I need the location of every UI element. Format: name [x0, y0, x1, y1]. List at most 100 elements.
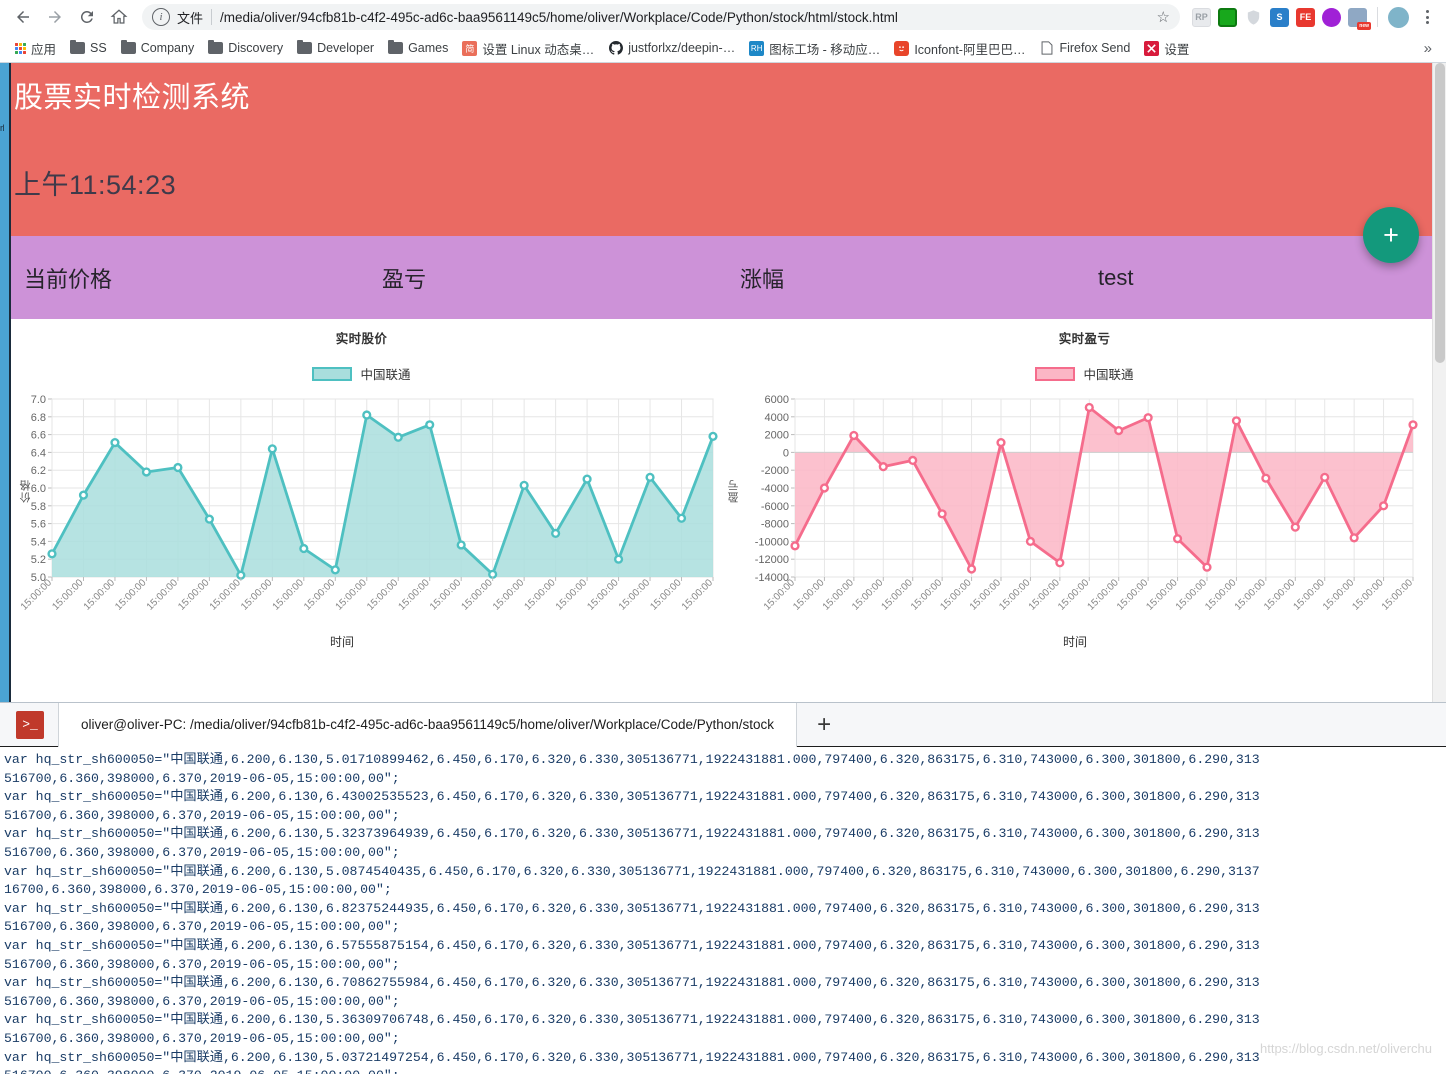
add-button[interactable]: + [1363, 207, 1419, 263]
legend-label: 中国联通 [1083, 368, 1134, 382]
bookmarks-overflow-icon[interactable]: » [1424, 40, 1436, 57]
svg-text:15:00:00: 15:00:00 [522, 577, 558, 613]
back-icon[interactable] [8, 2, 38, 32]
new-terminal-tab-icon[interactable]: + [797, 711, 851, 739]
price-y-axis-label: 价格 [20, 479, 32, 503]
svg-text:15:00:00: 15:00:00 [1321, 577, 1357, 613]
extensions-strip: RP S FE new [1188, 6, 1438, 30]
fe-extension-icon[interactable]: FE [1296, 7, 1315, 27]
browser-chrome: i 文件 /media/oliver/94cfb81b-c4f2-495c-ad… [0, 0, 1446, 62]
bookmark-label: 设置 [1164, 42, 1190, 57]
s-extension-icon[interactable]: S [1270, 7, 1289, 27]
tab-test[interactable]: test [1096, 265, 1446, 291]
bookmark-firefox-send[interactable]: Firefox Send [1034, 39, 1135, 58]
bookmark-company[interactable]: Company [116, 39, 200, 57]
bookmark-label: SS [90, 41, 107, 55]
svg-text:15:00:00: 15:00:00 [239, 577, 275, 613]
svg-text:-8000: -8000 [761, 519, 789, 531]
svg-text:15:00:00: 15:00:00 [554, 577, 590, 613]
folder-icon [388, 39, 404, 54]
url-text[interactable]: /media/oliver/94cfb81b-c4f2-495c-ad6c-ba… [220, 10, 898, 25]
terminal-line: var hq_str_sh600050="中国联通,6.200,6.130,5.… [4, 863, 1260, 879]
tab-current-price[interactable]: 当前价格 [0, 262, 380, 294]
bookmark-github-justforlxz[interactable]: justforlxz/deepin-… [603, 39, 740, 58]
apps-grid-icon [15, 42, 26, 54]
bookmark-apps[interactable]: 应用 [10, 37, 61, 60]
bookmark-icon-factory[interactable]: RH 图标工场 - 移动应… [744, 37, 885, 60]
terminal-line: var hq_str_sh600050="中国联通,6.200,6.130,5.… [4, 752, 1260, 767]
avatar-icon[interactable] [1388, 6, 1409, 28]
svg-text:15:00:00: 15:00:00 [491, 577, 527, 613]
svg-text:-10000: -10000 [755, 536, 789, 548]
green-square-extension-icon[interactable] [1218, 7, 1237, 27]
svg-text:15:00:00: 15:00:00 [1233, 577, 1269, 613]
bookmark-settings-site[interactable]: 设置 [1139, 37, 1194, 60]
toolbar-divider [1377, 7, 1378, 27]
svg-text:6.2: 6.2 [31, 465, 46, 477]
page-info-icon[interactable]: i [152, 8, 170, 26]
left-rail [0, 63, 11, 702]
profit-y-axis-label: 盈亏 [728, 479, 740, 503]
terminal-tab[interactable]: oliver@oliver-PC: /media/oliver/94cfb81b… [58, 703, 798, 747]
terminal-line: var hq_str_sh600050="中国联通,6.200,6.130,6.… [4, 937, 1260, 953]
url-scheme-label: 文件 [177, 10, 204, 26]
terminal-tab-bar: >_ oliver@oliver-PC: /media/oliver/94cfb… [0, 703, 1446, 747]
svg-text:15:00:00: 15:00:00 [617, 577, 653, 613]
bookmark-star-icon[interactable]: ☆ [1149, 8, 1170, 26]
tab-change-rate[interactable]: 涨幅 [738, 262, 1096, 294]
bookmark-label: 应用 [31, 42, 57, 57]
bookmark-deepin-desktop[interactable]: 简 设置 Linux 动态桌… [457, 37, 599, 60]
svg-text:15:00:00: 15:00:00 [1056, 577, 1092, 613]
bookmark-ss[interactable]: SS [65, 39, 112, 57]
folder-icon [297, 39, 313, 54]
reload-icon[interactable] [72, 2, 102, 32]
home-icon[interactable] [104, 2, 134, 32]
scrollbar-thumb[interactable] [1435, 63, 1445, 363]
terminal-output[interactable]: var hq_str_sh600050="中国联通,6.200,6.130,5.… [0, 747, 1446, 1074]
clock-display: 上午11:54:23 [14, 170, 177, 201]
new-badge-extension-icon[interactable]: new [1348, 7, 1371, 30]
svg-text:15:00:00: 15:00:00 [909, 577, 945, 613]
legend-label: 中国联通 [360, 368, 411, 382]
legend-swatch [1035, 366, 1076, 381]
profit-chart-legend[interactable]: 中国联通 [723, 364, 1446, 383]
folder-icon [70, 39, 86, 54]
browser-toolbar: i 文件 /media/oliver/94cfb81b-c4f2-495c-ad… [0, 0, 1446, 34]
terminal-line: 516700,6.360,398000,6.370,2019-06-05,15:… [4, 807, 400, 823]
iconfont-icon [894, 40, 910, 56]
forward-icon[interactable] [40, 2, 70, 32]
tab-profit-loss[interactable]: 盈亏 [380, 262, 738, 294]
svg-text:-12000: -12000 [755, 554, 789, 566]
svg-text:5.2: 5.2 [31, 554, 46, 566]
svg-text:15:00:00: 15:00:00 [791, 577, 827, 613]
rp-extension-icon[interactable]: RP [1192, 7, 1211, 27]
bookmark-iconfont[interactable]: Iconfont-阿里巴巴… [889, 37, 1030, 60]
purple-circle-extension-icon[interactable] [1322, 7, 1341, 27]
github-icon [608, 40, 624, 56]
bookmark-discovery[interactable]: Discovery [203, 39, 288, 57]
price-chart-legend[interactable]: 中国联通 [0, 364, 723, 383]
svg-text:5.6: 5.6 [31, 519, 46, 531]
svg-text:6.6: 6.6 [31, 430, 46, 442]
bookmark-label: 设置 Linux 动态桌… [482, 42, 595, 57]
page-scrollbar[interactable] [1432, 63, 1446, 702]
svg-text:6.8: 6.8 [31, 412, 46, 424]
svg-text:15:00:00: 15:00:00 [334, 577, 370, 613]
shield-extension-icon[interactable] [1244, 8, 1263, 27]
bookmark-developer[interactable]: Developer [292, 39, 379, 57]
svg-text:15:00:00: 15:00:00 [1350, 577, 1386, 613]
price-x-axis-label: 时间 [330, 635, 355, 649]
terminal-line: 516700,6.360,398000,6.370,2019-06-05,15:… [4, 844, 400, 860]
price-chart-svg: 7.06.86.66.46.26.05.85.65.45.25.015:00:0… [19, 394, 718, 613]
bookmark-label: 图标工场 - 移动应… [769, 42, 881, 57]
svg-text:-2000: -2000 [761, 465, 789, 477]
bookmark-games[interactable]: Games [383, 39, 453, 57]
address-bar[interactable]: i 文件 /media/oliver/94cfb81b-c4f2-495c-ad… [142, 4, 1180, 30]
svg-text:15:00:00: 15:00:00 [1027, 577, 1063, 613]
price-plot: 价格 7.0 6.8 6.6 6.4 6.2 6.0 5.8 5.6 5.4 5.2 5.0 15:0… [0, 391, 723, 649]
profit-chart-svg: 6000 4000 2000 0 -2000 -4000 -6000 -8000 -10000 -… [755, 394, 1418, 613]
jianshu-icon: 简 [462, 40, 478, 56]
kebab-menu-icon[interactable] [1416, 10, 1438, 24]
terminal-line: 516700,6.360,398000,6.370,2019-06-05,15:… [4, 919, 400, 935]
terminal-line: var hq_str_sh600050="中国联通,6.200,6.130,6.… [4, 789, 1260, 805]
